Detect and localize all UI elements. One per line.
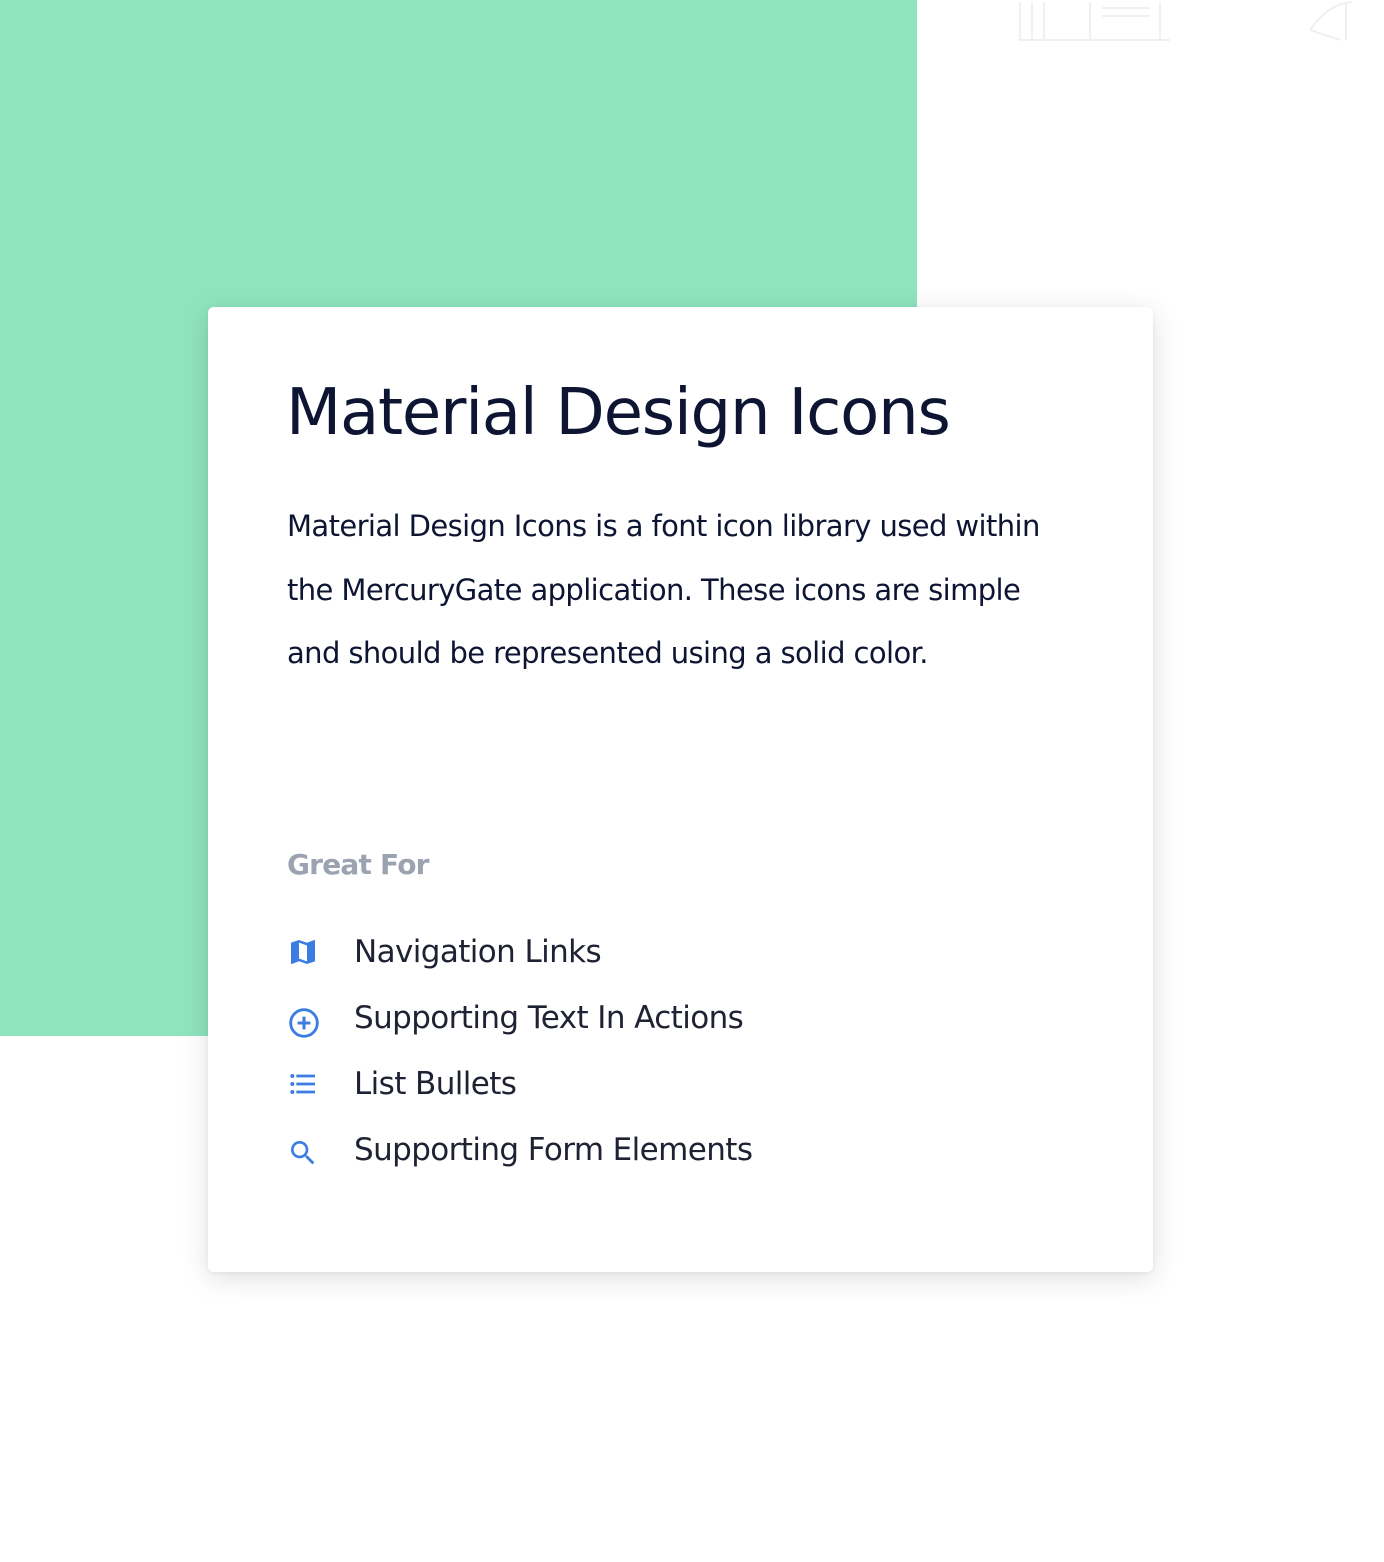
list-item: Navigation Links [287,919,752,985]
feature-label: Navigation Links [354,934,602,970]
card-title: Material Design Icons [286,376,951,450]
plus-circle-icon [287,1001,321,1038]
card-description: Material Design Icons is a font icon lib… [287,509,1040,670]
content-card: Material Design Icons Material Design Ic… [208,307,1153,1272]
feature-label: Supporting Text In Actions [354,1000,744,1036]
list-bulleted-icon [287,1067,321,1101]
decorative-outline-icons [1018,1,1353,41]
map-icon [287,935,321,969]
feature-list: Navigation Links Supporting Text In Acti… [287,919,753,1183]
list-item: List Bullets [287,1051,752,1117]
magnify-icon [287,1133,321,1167]
feature-label: List Bullets [354,1066,517,1102]
list-item: Supporting Text In Actions [287,985,752,1051]
feature-label: Supporting Form Elements [354,1132,753,1168]
list-item: Supporting Form Elements [287,1117,753,1183]
great-for-label: Great For [287,848,429,881]
